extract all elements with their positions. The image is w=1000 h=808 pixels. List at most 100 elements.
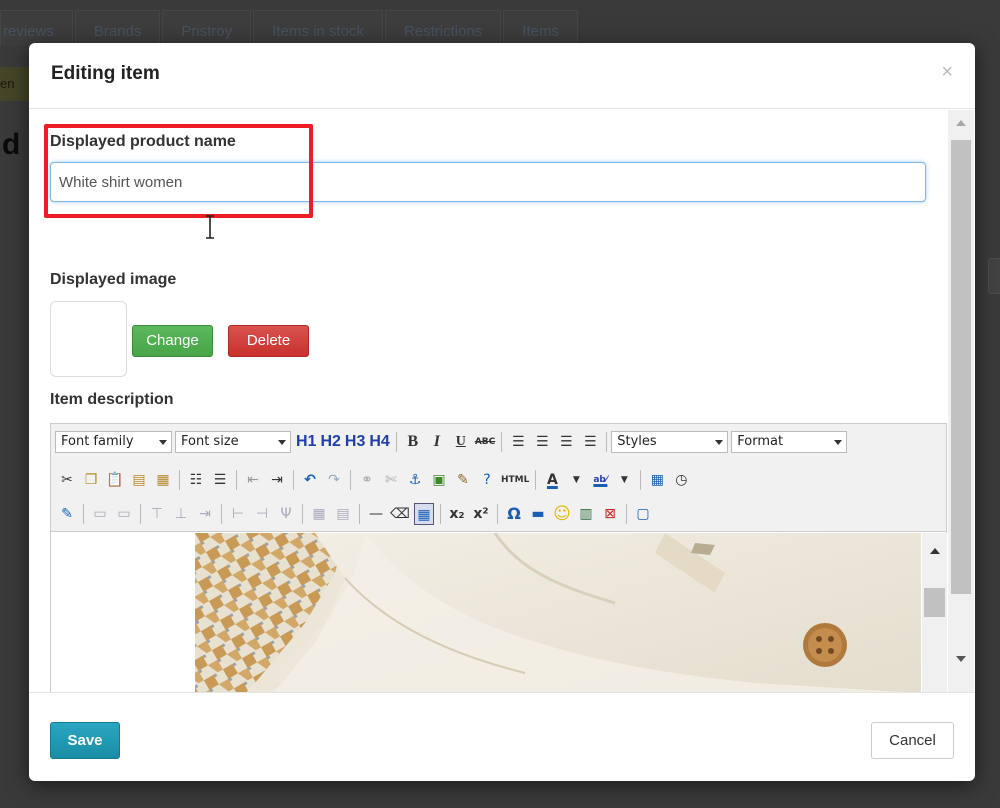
heading-1-button[interactable]: H1 [296, 431, 316, 453]
horizontal-rule-icon[interactable]: — [366, 503, 386, 525]
insert-col-after-icon[interactable]: ⊣ [252, 503, 272, 525]
product-photo [195, 533, 921, 692]
time-icon[interactable]: ◷ [671, 469, 691, 491]
link-icon[interactable]: ⚭ [357, 469, 377, 491]
delete-image-button[interactable]: Delete [228, 325, 309, 357]
edit-item-modal: Editing item × Displayed product name Di… [29, 43, 975, 781]
toolbar-separator [535, 470, 537, 490]
font-family-select[interactable]: Font family [55, 431, 172, 453]
insert-col-before-icon[interactable]: ⊢ [228, 503, 248, 525]
edit-icon[interactable]: ✎ [57, 503, 77, 525]
product-name-label: Displayed product name [50, 133, 236, 150]
special-char-icon[interactable]: Ω [504, 503, 524, 525]
heading-4-button[interactable]: H4 [369, 431, 389, 453]
toolbar-separator [179, 470, 180, 490]
scroll-up-icon[interactable] [956, 120, 966, 126]
date-icon[interactable]: ▦ [647, 469, 667, 491]
toolbar-separator [350, 470, 351, 490]
image-preview[interactable] [50, 301, 127, 377]
eraser-icon[interactable]: ⌫ [390, 503, 410, 525]
bullet-list-icon[interactable]: ☷ [186, 469, 206, 491]
insert-row-before-icon[interactable]: ⊤ [147, 503, 167, 525]
chevron-down-icon[interactable]: ▼ [566, 469, 586, 491]
unlink-icon[interactable]: ✄ [381, 469, 401, 491]
editor-vertical-scrollbar[interactable] [922, 533, 947, 692]
insert-row-after-icon[interactable]: ⊥ [171, 503, 191, 525]
chevron-down-icon [278, 440, 286, 445]
subscript-icon[interactable]: x₂ [447, 503, 467, 525]
merge-cells-icon[interactable]: ▤ [333, 503, 353, 525]
font-size-select[interactable]: Font size [175, 431, 291, 453]
scroll-down-icon[interactable] [956, 656, 966, 662]
align-left-icon[interactable]: ☰ [508, 431, 528, 453]
modal-title: Editing item [51, 63, 160, 84]
toolbar-separator [83, 504, 84, 524]
emoticon-icon[interactable]: ☺ [552, 503, 572, 525]
toolbar-separator [606, 432, 608, 452]
numbered-list-icon[interactable]: ☰ [210, 469, 230, 491]
table-icon[interactable]: ▦ [414, 503, 434, 525]
heading-2-button[interactable]: H2 [320, 431, 340, 453]
save-button[interactable]: Save [50, 722, 120, 759]
outdent-icon[interactable]: ⇤ [243, 469, 263, 491]
description-label: Item description [50, 391, 174, 408]
modal-body-scrollbar[interactable] [948, 110, 974, 692]
image-label: Displayed image [50, 271, 177, 288]
row-props-icon[interactable]: ▭ [90, 503, 110, 525]
copy-icon[interactable]: ❐ [81, 469, 101, 491]
html-source-button[interactable]: HTML [501, 469, 529, 491]
redo-icon[interactable]: ↷ [324, 469, 344, 491]
cancel-button[interactable]: Cancel [871, 722, 954, 759]
scroll-thumb[interactable] [924, 588, 945, 617]
product-name-input[interactable] [50, 162, 926, 202]
strikethrough-button[interactable]: ABC [475, 431, 495, 453]
scroll-up-icon[interactable] [930, 548, 940, 554]
styles-select[interactable]: Styles [611, 431, 729, 453]
modal-body: Displayed product name Displayed image C… [29, 110, 975, 692]
background-color-button[interactable]: ab⁄ [590, 469, 610, 491]
description-editor: Font family Font size H1 H2 H3 H4 B I U … [50, 423, 947, 692]
format-select[interactable]: Format [731, 431, 848, 453]
media-icon[interactable]: ▥ [576, 503, 596, 525]
cleanup-icon[interactable]: ✎ [453, 469, 473, 491]
superscript-icon[interactable]: x² [471, 503, 491, 525]
delete-row-icon[interactable]: ⇥ [195, 503, 215, 525]
paste-icon[interactable]: 📋 [105, 469, 125, 491]
chevron-down-icon[interactable]: ▼ [614, 469, 634, 491]
bold-button[interactable]: B [403, 431, 423, 453]
toolbar-separator [302, 504, 303, 524]
toolbar-separator [440, 504, 441, 524]
image-icon[interactable]: ▣ [429, 469, 449, 491]
chevron-down-icon [834, 440, 843, 445]
toolbar-separator [359, 504, 360, 524]
iframe-icon[interactable]: ▬ [528, 503, 548, 525]
delete-col-icon[interactable]: Ψ [276, 503, 296, 525]
underline-button[interactable]: U [451, 431, 471, 453]
italic-button[interactable]: I [427, 431, 447, 453]
close-icon[interactable]: × [941, 61, 953, 84]
cell-props-icon[interactable]: ▭ [114, 503, 134, 525]
toolbar-row-1: Font family Font size H1 H2 H3 H4 B I U … [55, 429, 850, 455]
anchor-icon[interactable]: ⚓ [405, 469, 425, 491]
modal-footer: Save Cancel [29, 692, 975, 781]
paste-word-icon[interactable]: ▦ [153, 469, 173, 491]
scroll-thumb[interactable] [951, 140, 971, 594]
editor-content[interactable] [51, 533, 921, 692]
page-break-icon[interactable]: ⊠ [600, 503, 620, 525]
indent-icon[interactable]: ⇥ [267, 469, 287, 491]
help-icon[interactable]: ? [477, 469, 497, 491]
split-cells-icon[interactable]: ▦ [309, 503, 329, 525]
toolbar-separator [640, 470, 642, 490]
align-right-icon[interactable]: ☰ [556, 431, 576, 453]
undo-icon[interactable]: ↶ [300, 469, 320, 491]
fullscreen-icon[interactable]: ▢ [633, 503, 653, 525]
toolbar-separator [395, 432, 397, 452]
chevron-down-icon [715, 440, 724, 445]
align-center-icon[interactable]: ☰ [532, 431, 552, 453]
align-justify-icon[interactable]: ☰ [580, 431, 600, 453]
text-color-button[interactable]: A [542, 469, 562, 491]
cut-icon[interactable]: ✂ [57, 469, 77, 491]
heading-3-button[interactable]: H3 [345, 431, 365, 453]
paste-text-icon[interactable]: ▤ [129, 469, 149, 491]
change-image-button[interactable]: Change [132, 325, 213, 357]
